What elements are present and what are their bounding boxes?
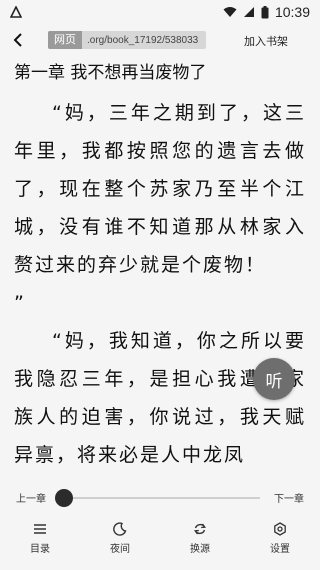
add-to-shelf-button[interactable]: 加入书架 xyxy=(244,33,288,49)
app-notification-icon xyxy=(10,6,22,18)
reading-content[interactable]: “妈，三年之期到了，这三年里，我都按照您的遗言去做了，现在整个苏家乃至半个江城，… xyxy=(14,94,306,476)
paragraph: ” xyxy=(14,292,26,314)
battery-icon xyxy=(261,5,269,18)
menu-icon xyxy=(34,524,46,534)
settings-icon xyxy=(274,522,286,536)
nav-toc[interactable]: 目录 xyxy=(0,522,80,562)
nav-settings[interactable]: 设置 xyxy=(240,522,320,562)
chapter-progress: 上一章 下一章 xyxy=(0,488,320,508)
moon-icon xyxy=(113,522,127,536)
status-left xyxy=(10,6,22,18)
nav-switch-source-label: 换源 xyxy=(190,544,210,555)
progress-slider-thumb[interactable] xyxy=(55,489,73,507)
source-url-bar[interactable]: 网页 .org/book_17192/538033 xyxy=(48,31,206,49)
chapter-title: 第一章 我不想再当废物了 xyxy=(14,63,207,83)
wifi-icon xyxy=(223,7,237,17)
nav-switch-source[interactable]: 换源 xyxy=(160,522,240,562)
next-chapter-button[interactable]: 下一章 xyxy=(274,490,304,505)
status-bar: 10:39 xyxy=(0,0,320,24)
status-time: 10:39 xyxy=(274,4,310,20)
nav-night[interactable]: 夜间 xyxy=(80,522,160,562)
back-arrow-icon xyxy=(13,33,22,47)
web-tag: 网页 xyxy=(48,31,82,49)
nav-night-label: 夜间 xyxy=(110,544,130,555)
paragraph: “妈，三年之期到了，这三年里，我都按照您的遗言去做了，现在整个苏家乃至半个江城，… xyxy=(14,102,306,276)
progress-track[interactable] xyxy=(63,497,260,499)
url-text: .org/book_17192/538033 xyxy=(87,34,199,46)
nav-settings-label: 设置 xyxy=(270,544,290,555)
status-right: 10:39 xyxy=(223,4,310,20)
reader-bottom-panel: 上一章 下一章 目录 夜间 换源 设置 xyxy=(0,478,320,570)
bottom-nav: 目录 夜间 换源 设置 xyxy=(0,522,320,562)
refresh-icon xyxy=(194,523,206,535)
listen-button[interactable]: 听 xyxy=(253,358,295,400)
nav-toc-label: 目录 xyxy=(30,544,50,555)
paragraph: “妈，我知道，你之所以要我隐忍三年，是担心我遭受家族人的迫害，你说过，我天赋异禀… xyxy=(14,330,306,466)
back-button[interactable] xyxy=(8,28,28,52)
cellular-icon xyxy=(243,7,254,17)
prev-chapter-button[interactable]: 上一章 xyxy=(16,490,46,505)
reader-toolbar: 网页 .org/book_17192/538033 加入书架 xyxy=(0,24,320,56)
